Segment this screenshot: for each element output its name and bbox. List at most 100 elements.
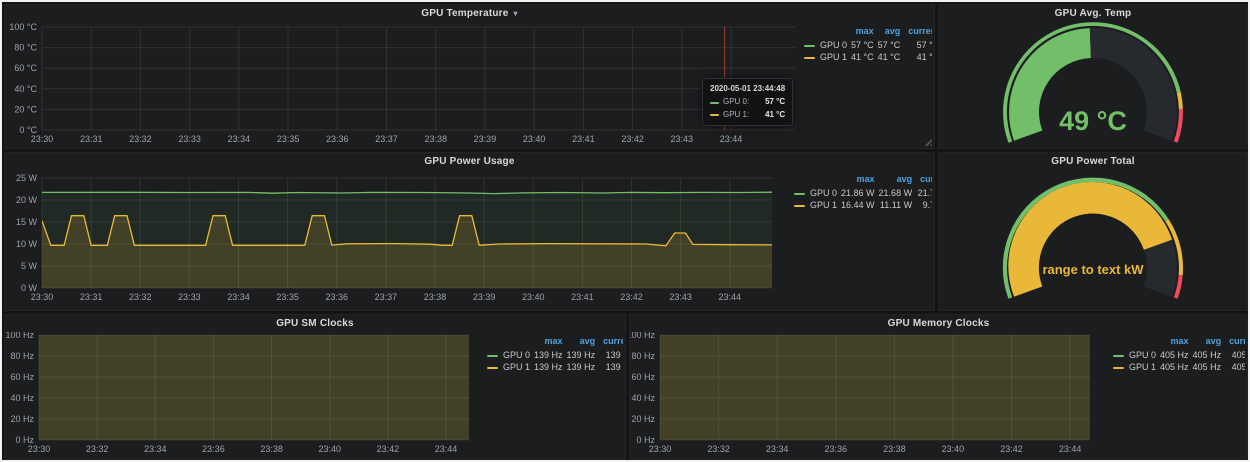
x-axis-label: 23:30 (31, 292, 54, 302)
x-axis-label: 23:44 (435, 444, 458, 454)
legend-value: 405 Hz (1223, 349, 1245, 361)
power-usage-chart[interactable]: 0 W5 W10 W15 W20 W25 W23:3023:3123:3223:… (5, 170, 786, 310)
x-axis-label: 23:36 (202, 444, 225, 454)
legend-header-max[interactable]: max (849, 26, 876, 39)
x-axis-label: 23:44 (718, 292, 741, 302)
legend-value: 405 Hz (1158, 361, 1191, 373)
y-axis-label: 20 °C (14, 104, 37, 114)
panel-gpu-temperature: GPU Temperature ▾ 0 °C20 °C40 °C60 °C80 … (4, 4, 935, 149)
tooltip-series-name: GPU 0: (723, 96, 749, 108)
chevron-down-icon: ▾ (514, 10, 518, 18)
legend-header-avg[interactable]: avg (877, 174, 915, 187)
legend-table: maxavgcurrentGPU 0405 Hz405 Hz405 HzGPU … (1111, 336, 1245, 373)
x-axis-label: 23:33 (178, 292, 201, 302)
legend-header-spacer (1111, 336, 1158, 349)
x-axis-label: 23:34 (144, 444, 167, 454)
legend-header-spacer (485, 336, 532, 349)
legend-value: 21.86 W (839, 187, 877, 199)
panel-title-text: GPU Power Usage (424, 156, 514, 167)
legend-value: 57 °C (902, 39, 932, 51)
legend-series-gpu-0[interactable]: GPU 0 (802, 39, 849, 51)
panel-title-text: GPU Power Total (1051, 156, 1134, 167)
y-axis-label: 5 W (21, 261, 38, 271)
legend-header-current[interactable]: current (1223, 336, 1245, 349)
legend-table: maxavgcurrentGPU 0139 Hz139 Hz139 HzGPU … (485, 336, 623, 373)
x-axis-label: 23:38 (424, 292, 447, 302)
legend-header-max[interactable]: max (532, 336, 565, 349)
panel-gpu-power-usage: GPU Power Usage 0 W5 W10 W15 W20 W25 W23… (4, 152, 935, 311)
series-color-marker-icon (794, 205, 805, 207)
x-axis-label: 23:43 (671, 134, 694, 144)
legend-series-gpu-1[interactable]: GPU 1 (1111, 361, 1158, 373)
tooltip-series-value: 57 °C (755, 96, 785, 108)
power-usage-legend: maxavgcurrentGPU 021.86 W21.68 W21.77 WG… (786, 170, 932, 310)
x-axis-label: 23:36 (326, 134, 349, 144)
legend-series-gpu-1[interactable]: GPU 1 (792, 199, 839, 211)
avg-temp-gauge: 49 °C (939, 22, 1247, 148)
legend-header-avg[interactable]: avg (565, 336, 598, 349)
legend-row: GPU 1405 Hz405 Hz405 Hz (1111, 361, 1245, 373)
gauge-threshold-band (1177, 92, 1183, 109)
x-axis-label: 23:38 (260, 444, 283, 454)
panel-title-text: GPU Memory Clocks (888, 318, 990, 329)
gauge-value-text: 49 °C (1059, 106, 1127, 136)
legend-header-avg[interactable]: avg (1191, 336, 1224, 349)
screenshot-frame: GPU Temperature ▾ 0 °C20 °C40 °C60 °C80 … (0, 0, 1250, 462)
memory-clocks-chart[interactable]: 0 Hz20 Hz40 Hz60 Hz80 Hz100 Hz23:3023:32… (630, 332, 1105, 459)
x-axis-label: 23:43 (669, 292, 692, 302)
x-axis-label: 23:35 (276, 292, 299, 302)
tooltip-series-row: GPU 1:41 °C (710, 109, 785, 121)
legend-value: 405 Hz (1191, 349, 1224, 361)
y-axis-label: 80 Hz (631, 351, 655, 361)
legend-series-gpu-0[interactable]: GPU 0 (792, 187, 839, 199)
x-axis-label: 23:40 (523, 134, 546, 144)
x-axis-label: 23:31 (80, 292, 103, 302)
panel-title-gpu-avg-temp[interactable]: GPU Avg. Temp (939, 5, 1247, 22)
panel-title-gpu-power-total[interactable]: GPU Power Total (939, 153, 1247, 170)
legend-value: 405 Hz (1223, 361, 1245, 373)
y-axis-label: 15 W (16, 217, 38, 227)
tooltip-series-row: GPU 0: 57 °C (710, 96, 785, 108)
y-axis-label: 100 Hz (630, 332, 655, 340)
legend-value: 405 Hz (1191, 361, 1224, 373)
legend-value: 41 °C (902, 51, 932, 63)
panel-title-gpu-memory-clocks[interactable]: GPU Memory Clocks (630, 315, 1247, 332)
y-axis-label: 60 Hz (10, 372, 34, 382)
x-axis-label: 23:32 (129, 292, 152, 302)
memory-clocks-legend: maxavgcurrentGPU 0405 Hz405 Hz405 HzGPU … (1105, 332, 1245, 459)
panel-gpu-sm-clocks: GPU SM Clocks 0 Hz20 Hz40 Hz60 Hz80 Hz10… (4, 314, 626, 460)
legend-header-max[interactable]: max (1158, 336, 1191, 349)
series-color-marker-icon (1113, 367, 1124, 369)
panel-title-gpu-sm-clocks[interactable]: GPU SM Clocks (5, 315, 625, 332)
legend-value: 41 °C (849, 51, 876, 63)
x-axis-label: 23:32 (86, 444, 109, 454)
temperature-chart[interactable]: 0 °C20 °C40 °C60 °C80 °C100 °C23:3023:31… (5, 22, 796, 148)
legend-series-gpu-0[interactable]: GPU 0 (485, 349, 532, 361)
legend-series-gpu-1[interactable]: GPU 1 (802, 51, 849, 63)
panel-gpu-avg-temp: GPU Avg. Temp 49 °C (938, 4, 1248, 149)
legend-header-current[interactable]: current (914, 174, 932, 187)
y-axis-label: 40 °C (14, 84, 37, 94)
legend-series-gpu-1[interactable]: GPU 1 (485, 361, 532, 373)
x-axis-label: 23:30 (649, 444, 672, 454)
y-axis-label: 100 °C (9, 22, 37, 32)
y-axis-label: 20 Hz (10, 414, 34, 424)
x-axis-label: 23:33 (178, 134, 201, 144)
legend-table: maxavgcurrentGPU 021.86 W21.68 W21.77 WG… (792, 174, 932, 211)
legend-value: 16.44 W (839, 199, 877, 211)
legend-series-gpu-0[interactable]: GPU 0 (1111, 349, 1158, 361)
x-axis-label: 23:39 (474, 134, 497, 144)
panel-title-text: GPU Avg. Temp (1055, 8, 1132, 19)
legend-value: 57 °C (876, 39, 903, 51)
legend-header-current[interactable]: current (902, 26, 932, 39)
legend-header-avg[interactable]: avg (876, 26, 903, 39)
x-axis-label: 23:40 (522, 292, 545, 302)
panel-title-gpu-temperature[interactable]: GPU Temperature ▾ (5, 5, 934, 22)
panel-gpu-power-total: GPU Power Total range to text kW (938, 152, 1248, 311)
panel-title-gpu-power-usage[interactable]: GPU Power Usage (5, 153, 934, 170)
sm-clocks-chart[interactable]: 0 Hz20 Hz40 Hz60 Hz80 Hz100 Hz23:3023:32… (5, 332, 479, 459)
y-axis-label: 60 °C (14, 63, 37, 73)
legend-header-current[interactable]: current (597, 336, 623, 349)
legend-header-max[interactable]: max (839, 174, 877, 187)
legend-row: GPU 0405 Hz405 Hz405 Hz (1111, 349, 1245, 361)
